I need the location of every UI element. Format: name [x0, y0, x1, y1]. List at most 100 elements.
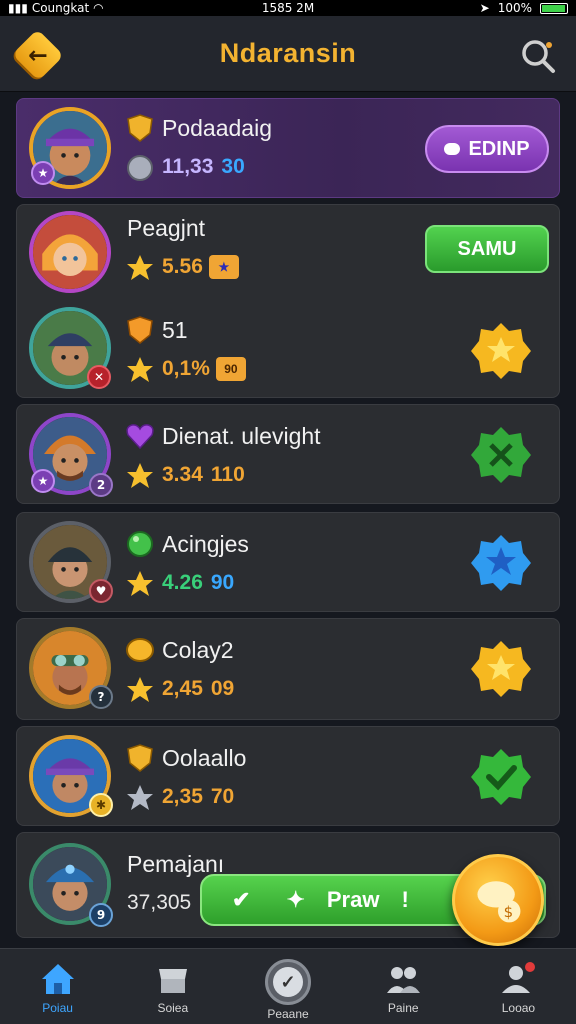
player-stats: 5.56 ★ [162, 255, 239, 280]
list-item[interactable]: Peagjnt 5.56 ★ SAMU [17, 205, 561, 305]
shop-icon [158, 969, 187, 993]
stat-main: 2,35 [162, 785, 203, 808]
star-icon [127, 357, 153, 382]
player-name: Peagjnt [127, 215, 206, 241]
gold-shield-icon [127, 744, 153, 772]
edinp-button[interactable]: EDINP [425, 125, 549, 173]
chat-bubble-icon: $ [477, 881, 521, 923]
avatar [29, 211, 111, 293]
stat-alt: 09 [210, 677, 235, 700]
edinp-button-label: EDINP [468, 137, 530, 160]
page-title: Ndaransin [219, 38, 357, 68]
status-bar: ▮▮▮ Coungkat ◠ 1585 2M ➤ 100% [0, 0, 576, 16]
nav-label: Poiau [42, 1001, 73, 1015]
profile-icon [502, 962, 536, 993]
list-item[interactable]: ★ Podaadaig 11,33 30 EDINP [17, 99, 561, 199]
stat-alt: 70 [210, 785, 235, 808]
list-item[interactable]: ? Colay2 2,45 09 [17, 619, 561, 719]
svg-text:$: $ [504, 903, 514, 921]
app-header: ← Ndaransin [0, 16, 576, 92]
green-gem-icon [127, 531, 153, 557]
star-icon [127, 571, 153, 596]
stat-main: 0,1% [162, 357, 210, 380]
level-badge-icon: 9 [89, 903, 113, 927]
star-icon [127, 255, 153, 280]
player-name: Dienat. ulevight [162, 423, 321, 449]
nav-label: Looao [501, 1001, 536, 1015]
stat-alt: 110 [210, 463, 245, 486]
star-icon [127, 463, 153, 488]
nav-label: Soiea [157, 1001, 189, 1015]
player-card: ✱ Oolaallo 2,35 70 [16, 726, 560, 826]
samu-button[interactable]: SAMU [425, 225, 549, 273]
list-item[interactable]: ✱ Oolaallo 2,35 70 [17, 727, 561, 827]
stat-main: 2,45 [162, 677, 203, 700]
player-name: Podaadaig [162, 115, 272, 141]
green-badge-icon[interactable] [471, 425, 531, 485]
rank-badge-icon: ★ [31, 469, 55, 493]
orange-shield-icon [127, 316, 153, 344]
stat-main: 5.56 [162, 255, 203, 278]
player-stats: 37,305 [127, 891, 191, 915]
status-time: 1585 2M [261, 1, 315, 15]
gear-badge-icon: ✱ [89, 793, 113, 817]
heart-badge-icon: ♥ [89, 579, 113, 603]
player-stats: 4.26 90 [162, 571, 234, 595]
green-check-badge-icon[interactable] [471, 747, 531, 807]
player-stats: 3.34 110 [162, 463, 245, 487]
samu-button-label: SAMU [457, 237, 517, 260]
player-name: 51 [162, 317, 188, 343]
purple-heart-icon [126, 424, 154, 450]
level-badge-icon: 2 [89, 473, 113, 497]
silver-star-icon [127, 785, 153, 810]
nav-item-profile[interactable]: Looao [461, 949, 576, 1024]
bottom-nav: Poiau Soiea ✓ Peaane Paine Looao [0, 948, 576, 1024]
gold-coin-icon [126, 638, 154, 662]
nav-item-friends[interactable]: Paine [346, 949, 461, 1024]
player-stats: 2,35 70 [162, 785, 234, 809]
star-icon [127, 677, 153, 702]
blue-star-badge-icon[interactable] [471, 533, 531, 593]
gold-star-badge-icon[interactable] [471, 639, 531, 699]
stat-main: 3.34 [162, 463, 203, 486]
praw-label: Praw [326, 887, 380, 912]
star-chip-icon: ★ [208, 255, 239, 280]
player-group-card: Peagjnt 5.56 ★ SAMU ✕ 51 0,1% 90 [16, 204, 560, 398]
list-item[interactable]: ✕ 51 0,1% 90 [17, 303, 561, 403]
search-icon[interactable] [518, 36, 558, 76]
friends-icon [387, 967, 421, 993]
close-badge-icon: ✕ [87, 365, 111, 389]
check-circle-icon: ✓ [265, 959, 311, 1005]
location-icon: ➤ [479, 1, 490, 15]
home-icon [41, 964, 74, 994]
battery-percent: 100% [497, 1, 532, 15]
player-name: Acingjes [162, 531, 249, 557]
praw-bang: ! [401, 887, 409, 912]
level-badge-icon: ? [89, 685, 113, 709]
gold-shield-icon [127, 114, 153, 142]
player-stats: 11,33 30 [162, 155, 245, 179]
nav-item-shop[interactable]: Soiea [115, 949, 230, 1024]
list-item[interactable]: ♥ Acingjes 4.26 90 [17, 513, 561, 613]
player-stats: 0,1% 90 [162, 357, 246, 382]
stat-alt: 30 [221, 155, 245, 178]
stat-main: 37,305 [127, 891, 192, 914]
rank-badge-icon: ★ [31, 161, 55, 185]
player-card: ★ 2 Dienat. ulevight 3.34 110 [16, 404, 560, 504]
player-card: ♥ Acingjes 4.26 90 [16, 512, 560, 612]
chat-fab-button[interactable]: $ [452, 854, 544, 946]
status-right: ➤ 100% [480, 1, 568, 15]
signal-icon: ▮▮▮ [8, 1, 28, 15]
arrow-left-icon: ← [28, 41, 48, 69]
nav-item-center[interactable]: ✓ Peaane [230, 949, 345, 1024]
carrier-group: ▮▮▮ Coungkat ◠ [8, 1, 104, 15]
player-card-highlighted[interactable]: ★ Podaadaig 11,33 30 EDINP [16, 98, 560, 198]
wifi-icon: ◠ [93, 1, 104, 15]
nav-label: Peaane [267, 1007, 309, 1021]
player-name: Colay2 [162, 637, 234, 663]
battery-icon [540, 2, 568, 14]
list-item[interactable]: ★ 2 Dienat. ulevight 3.34 110 [17, 405, 561, 505]
gold-star-badge-icon[interactable] [471, 321, 531, 381]
nav-item-home[interactable]: Poiau [0, 949, 115, 1024]
back-button[interactable]: ← [12, 29, 64, 81]
